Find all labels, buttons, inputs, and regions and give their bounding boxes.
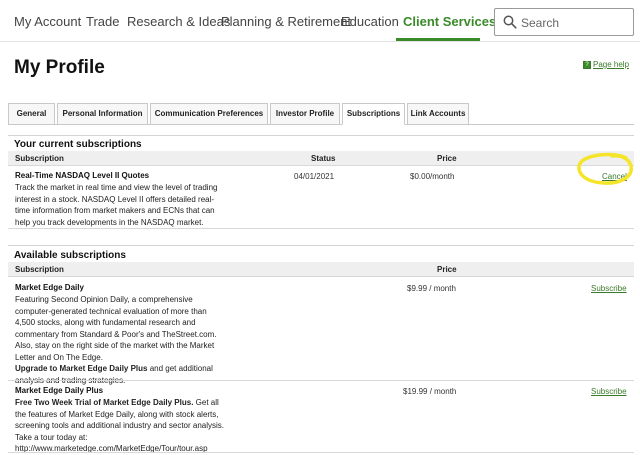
subscription-price: $9.99 / month — [407, 284, 456, 293]
column-price: Price — [437, 265, 457, 274]
subscription-price: $0.00/month — [410, 172, 455, 181]
row-divider — [8, 380, 634, 381]
nav-education[interactable]: Education — [341, 14, 399, 29]
subscription-name: Real-Time NASDAQ Level II Quotes — [15, 171, 150, 180]
page-help-label: Page help — [593, 60, 630, 69]
row-divider — [8, 452, 634, 453]
nav-my-account[interactable]: My Account — [14, 14, 81, 29]
highlight-circle-annotation — [577, 152, 633, 185]
subscription-status: 04/01/2021 — [294, 172, 335, 181]
nav-trade[interactable]: Trade — [86, 14, 119, 29]
row-divider — [8, 228, 634, 229]
tab-investor-profile[interactable]: Investor Profile — [270, 103, 340, 125]
subscription-name: Market Edge Daily Plus — [15, 386, 104, 395]
current-table-header: Subscription Status Price — [8, 151, 634, 166]
trial-offer-text: Free Two Week Trial of Market Edge Daily… — [15, 398, 194, 407]
search-input[interactable] — [521, 13, 629, 33]
subscription-price: $19.99 / month — [403, 387, 457, 396]
section-divider — [8, 245, 634, 246]
upgrade-link-text: Upgrade to Market Edge Daily Plus — [15, 364, 148, 373]
column-subscription: Subscription — [15, 154, 64, 163]
column-status: Status — [311, 154, 336, 163]
subscribe-link[interactable]: Subscribe — [591, 284, 627, 293]
search-icon — [503, 15, 517, 29]
tab-subscriptions[interactable]: Subscriptions — [342, 103, 405, 125]
page-help-link[interactable]: ? Page help — [583, 60, 629, 69]
top-navigation: My Account Trade Research & Ideas Planni… — [0, 0, 640, 42]
subscription-description: Track the market in real time and view t… — [15, 183, 218, 227]
subscription-description: Free Two Week Trial of Market Edge Daily… — [15, 398, 225, 453]
subscription-description: Featuring Second Opinion Daily, a compre… — [15, 295, 217, 385]
active-nav-indicator — [396, 38, 480, 41]
tab-general[interactable]: General — [8, 103, 55, 125]
tab-communication-preferences[interactable]: Communication Preferences — [150, 103, 268, 125]
profile-tabs: General Personal Information Communicati… — [8, 103, 634, 125]
tab-personal-information[interactable]: Personal Information — [57, 103, 148, 125]
column-subscription: Subscription — [15, 265, 64, 274]
nav-planning-retirement[interactable]: Planning & Retirement — [221, 14, 351, 29]
column-price: Price — [437, 154, 457, 163]
tab-link-accounts[interactable]: Link Accounts — [407, 103, 469, 125]
nav-research-ideas[interactable]: Research & Ideas — [127, 14, 230, 29]
search-box[interactable] — [494, 8, 634, 36]
subscription-name: Market Edge Daily — [15, 283, 84, 292]
available-table-header: Subscription Price — [8, 262, 634, 277]
available-subscriptions-title: Available subscriptions — [14, 250, 126, 261]
subscribe-link[interactable]: Subscribe — [591, 387, 627, 396]
current-subscriptions-title: Your current subscriptions — [14, 139, 142, 150]
section-divider — [8, 135, 634, 136]
nav-client-services[interactable]: Client Services — [403, 14, 496, 29]
help-icon: ? — [583, 60, 591, 69]
page-title: My Profile — [14, 57, 105, 78]
